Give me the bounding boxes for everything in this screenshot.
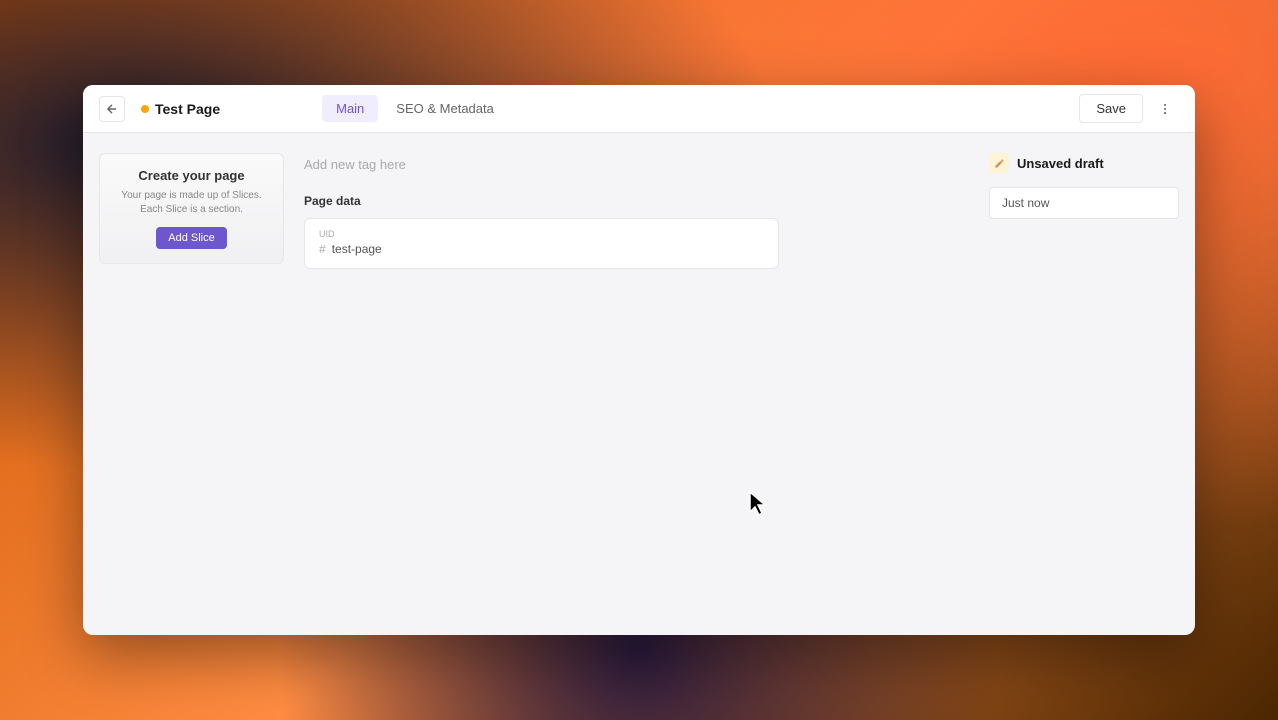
create-title: Create your page — [112, 168, 271, 183]
app-window: Test Page Main SEO & Metadata Save Creat… — [83, 85, 1195, 635]
left-panel: Create your page Your page is made up of… — [99, 153, 284, 615]
tab-main[interactable]: Main — [322, 95, 378, 122]
create-description: Your page is made up of Slices. Each Sli… — [112, 189, 271, 217]
page-title-wrap: Test Page — [141, 101, 220, 117]
content: Create your page Your page is made up of… — [83, 133, 1195, 635]
hash-icon: # — [319, 242, 326, 256]
status-dot-icon — [141, 105, 149, 113]
create-page-card: Create your page Your page is made up of… — [99, 153, 284, 264]
arrow-left-icon — [105, 102, 119, 116]
uid-card[interactable]: UID # test-page — [304, 218, 779, 269]
right-panel: Unsaved draft Just now — [989, 153, 1179, 615]
draft-status: Unsaved draft — [989, 153, 1179, 173]
uid-label: UID — [319, 229, 764, 239]
save-button[interactable]: Save — [1079, 94, 1143, 123]
page-title: Test Page — [155, 101, 220, 117]
tabs: Main SEO & Metadata — [322, 95, 508, 122]
back-button[interactable] — [99, 96, 125, 122]
tag-input[interactable] — [304, 153, 779, 176]
main-panel: Page data UID # test-page — [304, 153, 779, 615]
header-actions: Save — [1079, 94, 1179, 123]
dots-vertical-icon — [1158, 102, 1172, 116]
pencil-icon — [989, 153, 1009, 173]
uid-value: test-page — [332, 242, 382, 256]
version-item[interactable]: Just now — [989, 187, 1179, 219]
more-button[interactable] — [1151, 95, 1179, 123]
tab-seo-metadata[interactable]: SEO & Metadata — [382, 95, 508, 122]
add-slice-button[interactable]: Add Slice — [156, 227, 226, 249]
draft-label: Unsaved draft — [1017, 156, 1104, 171]
header: Test Page Main SEO & Metadata Save — [83, 85, 1195, 133]
uid-value-row: # test-page — [319, 242, 764, 256]
page-data-label: Page data — [304, 194, 779, 208]
